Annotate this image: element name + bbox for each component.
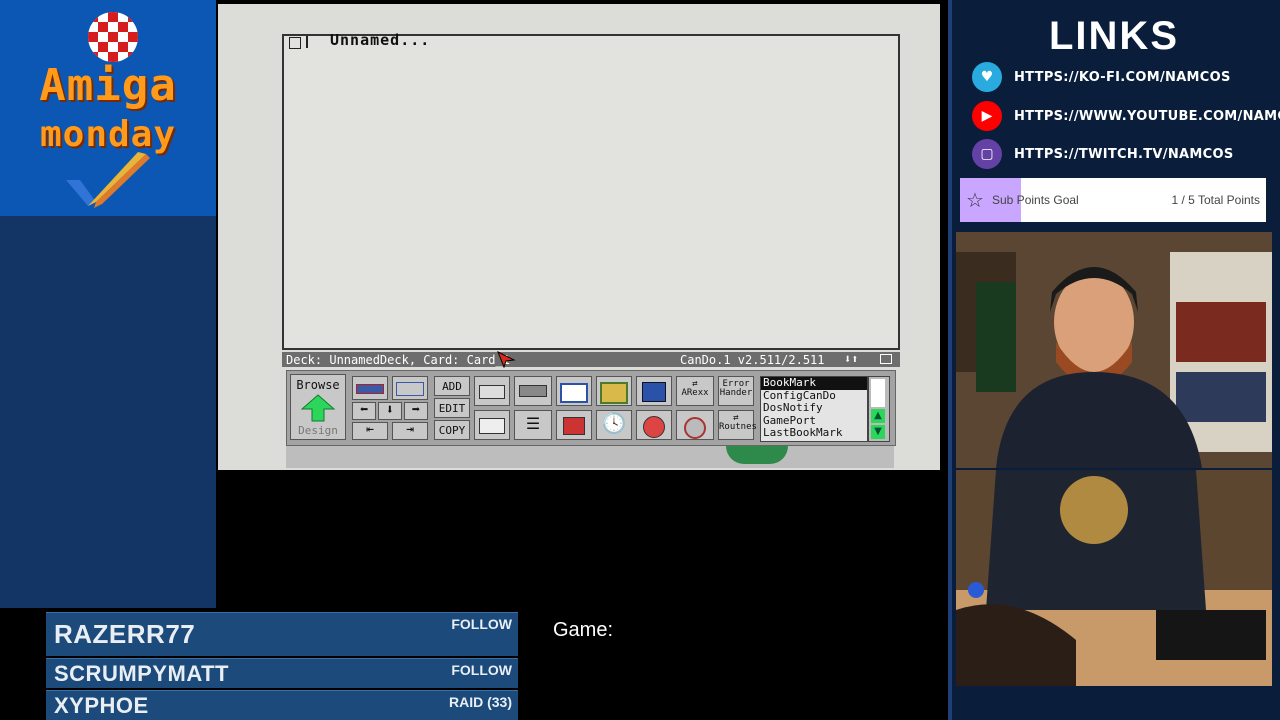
workbench-backdrop bbox=[286, 446, 894, 468]
first-card-icon[interactable]: ⇤ bbox=[352, 422, 388, 440]
list-scrollbar[interactable]: ▲ ▼ bbox=[868, 376, 890, 442]
ticker-action: RAID (33) bbox=[448, 694, 512, 710]
arexx-button[interactable]: ⇄ ARexx bbox=[676, 376, 714, 406]
youtube-play-icon: ▶ bbox=[972, 101, 1002, 131]
mouse-pointer-icon bbox=[497, 350, 516, 368]
copy-button[interactable]: COPY bbox=[434, 420, 470, 440]
link-kofi-text[interactable]: HTTPS://KO-FI.COM/NAMCOS bbox=[1014, 70, 1231, 85]
scroll-up-arrow-icon[interactable]: ▲ bbox=[871, 409, 885, 423]
design-label: Design bbox=[298, 424, 338, 437]
card-stack-icon[interactable] bbox=[352, 376, 388, 400]
game-label: Game: bbox=[553, 619, 614, 641]
window-title: Unnamed... bbox=[330, 31, 431, 49]
list-item[interactable]: LastBookMark bbox=[761, 426, 867, 440]
arrows-down-up-icon[interactable]: ⬇⬆ bbox=[844, 352, 858, 366]
up-arrow-icon bbox=[300, 394, 336, 422]
button-object-icon[interactable] bbox=[474, 376, 510, 406]
field-object-icon[interactable] bbox=[514, 376, 552, 406]
timer-object-icon[interactable] bbox=[676, 410, 714, 440]
brush-tool-icon[interactable] bbox=[556, 410, 592, 440]
webcam-face bbox=[956, 232, 1272, 468]
logo-word-amiga: Amiga bbox=[39, 60, 177, 111]
ticker-row: RAZERR77 FOLLOW bbox=[46, 612, 518, 656]
last-card-icon[interactable]: ⇥ bbox=[392, 422, 428, 440]
kofi-cup-icon: ♥ bbox=[972, 62, 1002, 92]
ticker-row: XYPHOE RAID (33) bbox=[46, 690, 518, 720]
ticker-action: FOLLOW bbox=[451, 616, 512, 632]
prev-card-arrow-icon[interactable]: ⬅ bbox=[352, 402, 376, 420]
list-item-selected[interactable]: BookMark bbox=[761, 376, 867, 390]
status-version: CanDo.1 v2.511/2.511 bbox=[680, 353, 825, 367]
window-object-icon[interactable] bbox=[556, 376, 592, 406]
link-twitch[interactable]: ▢ HTTPS://TWITCH.TV/NAMCOS bbox=[972, 139, 1233, 169]
link-twitch-text[interactable]: HTTPS://TWITCH.TV/NAMCOS bbox=[1014, 147, 1233, 162]
next-card-arrow-icon[interactable]: ➡ bbox=[404, 402, 428, 420]
picture-object-icon[interactable] bbox=[596, 376, 632, 406]
link-youtube[interactable]: ▶ HTTPS://WWW.YOUTUBE.COM/NAMCOS bbox=[972, 101, 1280, 131]
status-bar: Deck: UnnamedDeck, Card: Card_1 CanDo.1 … bbox=[282, 352, 900, 367]
text-lines-icon[interactable]: ☰ bbox=[514, 410, 552, 440]
links-title: LINKS bbox=[1049, 14, 1179, 58]
edit-button[interactable]: EDIT bbox=[434, 398, 470, 418]
ticker-username: SCRUMPYMATT bbox=[54, 661, 229, 686]
add-button[interactable]: ADD bbox=[434, 376, 470, 396]
ticker-action: FOLLOW bbox=[451, 662, 512, 678]
cando-card-window[interactable] bbox=[282, 34, 900, 350]
browse-design-toggle[interactable]: Browse Design bbox=[290, 374, 346, 440]
scroll-down-arrow-icon[interactable]: ▼ bbox=[871, 425, 885, 439]
twitch-glitch-icon: ▢ bbox=[972, 139, 1002, 169]
window-close-gadget[interactable] bbox=[289, 37, 301, 49]
browse-label: Browse bbox=[296, 378, 340, 392]
amiga-checkmark-icon bbox=[66, 152, 150, 208]
ticker-row: SCRUMPYMATT FOLLOW bbox=[46, 658, 518, 688]
goal-progress-text: 1 / 5 Total Points bbox=[1171, 193, 1261, 207]
ticker-username: RAZERR77 bbox=[54, 619, 196, 649]
link-kofi[interactable]: ♥ HTTPS://KO-FI.COM/NAMCOS bbox=[972, 62, 1231, 92]
routines-button[interactable]: ⇄ Routnes bbox=[718, 410, 757, 440]
title-separator bbox=[306, 36, 308, 48]
floppy-disk-icon[interactable] bbox=[636, 376, 672, 406]
logo-word-monday: monday bbox=[39, 114, 177, 155]
scroll-thumb[interactable] bbox=[871, 379, 885, 407]
object-list[interactable]: BookMark ConfigCanDo DosNotify GamePort … bbox=[760, 376, 868, 442]
down-card-arrow-icon[interactable]: ⬇ bbox=[378, 402, 402, 420]
webcam-desk bbox=[956, 470, 1272, 686]
handler-label: Hander bbox=[719, 388, 753, 398]
ticker-username: XYPHOE bbox=[54, 693, 149, 718]
error-handler-button[interactable]: Error Hander bbox=[718, 376, 754, 406]
boing-ball-icon bbox=[88, 12, 138, 62]
star-icon: ☆ bbox=[966, 188, 984, 212]
webcam-desk-scene bbox=[956, 470, 1272, 686]
list-object-icon[interactable] bbox=[474, 410, 510, 440]
status-deck-card: Deck: UnnamedDeck, Card: Card_1 bbox=[286, 353, 510, 367]
clock-icon[interactable]: 🕓 bbox=[596, 410, 632, 440]
sub-goal-widget: ☆ Sub Points Goal 1 / 5 Total Points bbox=[960, 178, 1266, 222]
globe-graphic bbox=[726, 446, 788, 464]
routines-label: Routnes bbox=[719, 422, 757, 432]
arexx-label: ARexx bbox=[681, 388, 709, 398]
blank-card-icon[interactable] bbox=[392, 376, 428, 400]
list-item[interactable]: DosNotify bbox=[761, 401, 867, 415]
webcam-face-scene bbox=[956, 232, 1272, 468]
depth-gadget-icon[interactable] bbox=[880, 354, 892, 364]
goal-label: Sub Points Goal bbox=[992, 193, 1079, 207]
amiga-monday-logo: Amiga monday bbox=[0, 0, 216, 216]
sound-object-icon[interactable] bbox=[636, 410, 672, 440]
link-youtube-text[interactable]: HTTPS://WWW.YOUTUBE.COM/NAMCOS bbox=[1014, 109, 1280, 124]
